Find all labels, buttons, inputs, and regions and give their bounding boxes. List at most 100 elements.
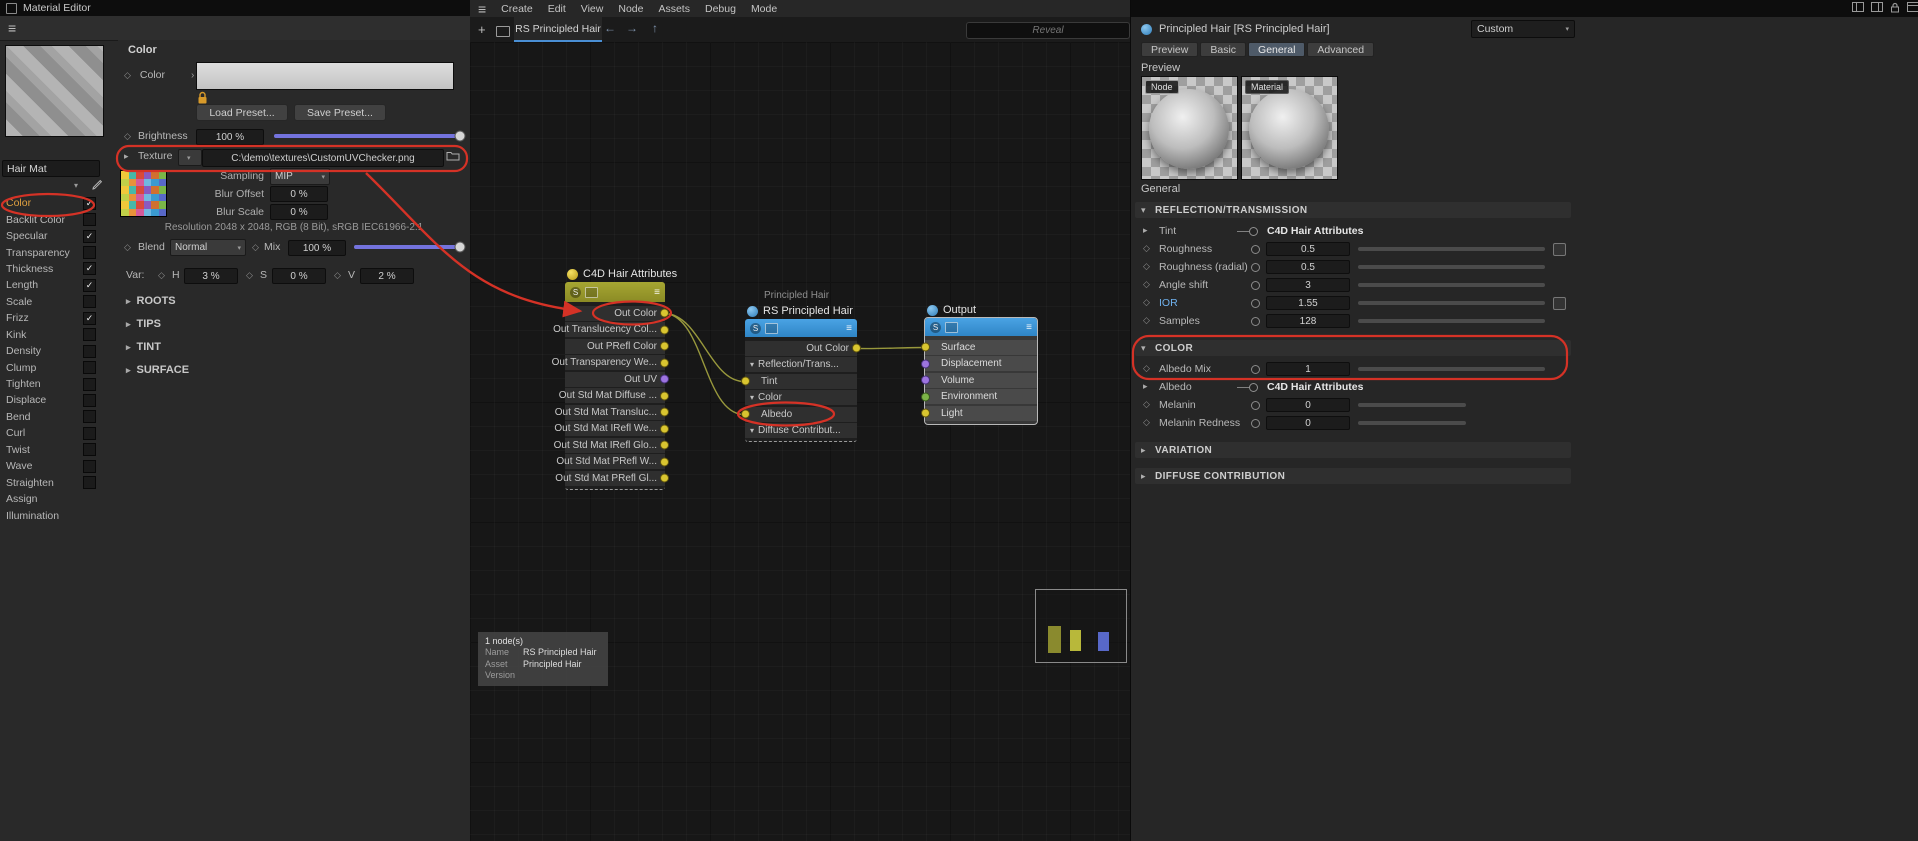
channel-checkbox[interactable]	[83, 394, 96, 407]
channel-item-wave[interactable]: Wave	[0, 458, 118, 474]
diamond-icon[interactable]: ◇	[252, 242, 259, 253]
node-header[interactable]: S ≡	[925, 318, 1037, 336]
group-tint[interactable]: ▸TINT	[118, 338, 161, 356]
diamond-icon[interactable]: ◇	[124, 242, 131, 253]
channel-checkbox[interactable]: ✓	[83, 279, 96, 292]
attr-value-field[interactable]: 1.55	[1266, 296, 1350, 310]
mix-slider[interactable]	[354, 245, 460, 249]
channel-checkbox[interactable]	[83, 476, 96, 489]
hamburger-menu-icon[interactable]: ≡	[8, 20, 16, 36]
solo-icon[interactable]: S	[750, 323, 761, 334]
port-dot-icon[interactable]	[660, 325, 669, 334]
menu-edit[interactable]: Edit	[548, 3, 566, 15]
port-dot-icon[interactable]	[921, 409, 930, 418]
texture-dropdown-button[interactable]: ▾	[178, 149, 202, 166]
texture-path-input[interactable]	[202, 149, 444, 167]
channel-item-backlit-color[interactable]: Backlit Color	[0, 211, 118, 227]
node-header[interactable]: S ≡	[745, 319, 857, 337]
diamond-icon[interactable]: ◇	[158, 270, 165, 281]
attr-value-field[interactable]: 0.5	[1266, 242, 1350, 256]
attr-slider[interactable]	[1358, 247, 1545, 251]
channel-item-scale[interactable]: Scale	[0, 294, 118, 310]
diamond-icon[interactable]: ◇	[1143, 399, 1150, 410]
preview-image-icon[interactable]	[945, 322, 958, 333]
group-roots[interactable]: ▸ROOTS	[118, 292, 176, 310]
attr-slider[interactable]	[1358, 367, 1545, 371]
back-arrow-icon[interactable]: ←	[604, 21, 616, 35]
channel-checkbox[interactable]	[83, 427, 96, 440]
tab-basic[interactable]: Basic	[1200, 42, 1246, 57]
port-dot-icon[interactable]	[660, 441, 669, 450]
section-header-color[interactable]: ▾COLOR	[1135, 340, 1571, 356]
channel-item-curl[interactable]: Curl	[0, 425, 118, 441]
blend-dropdown[interactable]: Normal▾	[170, 239, 246, 256]
node-menu-icon[interactable]: ≡	[1026, 322, 1032, 333]
diamond-icon[interactable]: ◇	[334, 270, 341, 281]
channel-item-displace[interactable]: Displace	[0, 392, 118, 408]
channel-item-straighten[interactable]: Straighten	[0, 474, 118, 490]
panel-layout-left-icon[interactable]	[1852, 2, 1864, 15]
attr-slider[interactable]	[1358, 283, 1545, 287]
mode-dropdown[interactable]: Custom ▾	[1471, 20, 1575, 38]
saturation-variation-field[interactable]: 0 %	[272, 268, 326, 284]
channel-item-density[interactable]: Density	[0, 343, 118, 359]
expand-caret-icon[interactable]: ›	[191, 70, 194, 81]
forward-arrow-icon[interactable]: →	[626, 21, 638, 35]
texture-preview-thumbnail[interactable]	[120, 170, 167, 217]
port-dot-icon[interactable]	[660, 342, 669, 351]
diamond-icon[interactable]: ◇	[1143, 261, 1150, 272]
tab-general[interactable]: General	[1248, 42, 1305, 57]
channel-item-transparency[interactable]: Transparency	[0, 244, 118, 260]
caret-right-icon[interactable]: ▸	[1143, 381, 1148, 392]
channel-checkbox[interactable]	[83, 328, 96, 341]
caret-down-icon[interactable]: ▾	[750, 393, 754, 402]
group-tips[interactable]: ▸TIPS	[118, 315, 161, 333]
channel-item-twist[interactable]: Twist	[0, 442, 118, 458]
diamond-icon[interactable]: ◇	[1143, 297, 1150, 308]
diamond-icon[interactable]: ◇	[124, 70, 131, 81]
port-dot-icon[interactable]	[660, 358, 669, 367]
attr-value-field[interactable]: 128	[1266, 314, 1350, 328]
port-environment[interactable]: Environment	[925, 389, 1037, 404]
channel-item-length[interactable]: Length✓	[0, 277, 118, 293]
brightness-value-field[interactable]: 100 %	[196, 129, 264, 145]
channel-item-specular[interactable]: Specular✓	[0, 228, 118, 244]
sampling-dropdown[interactable]: MIP▾	[270, 168, 330, 185]
load-preset-button[interactable]: Load Preset...	[196, 104, 288, 121]
port-volume[interactable]: Volume	[925, 373, 1037, 388]
channel-item-frizz[interactable]: Frizz✓	[0, 310, 118, 326]
channel-checkbox[interactable]	[83, 246, 96, 259]
brightness-slider[interactable]	[274, 134, 460, 138]
node-graph-canvas[interactable]: C4D Hair Attributes S ≡ Out ColorOut Tra…	[470, 42, 1130, 841]
preview-image-icon[interactable]	[585, 287, 598, 298]
channel-checkbox[interactable]: ✓	[83, 312, 96, 325]
channel-checkbox[interactable]	[83, 443, 96, 456]
attr-value-field[interactable]: 0.5	[1266, 260, 1350, 274]
menu-assets[interactable]: Assets	[658, 3, 690, 15]
port-dot-icon[interactable]	[660, 391, 669, 400]
menu-create[interactable]: Create	[501, 3, 533, 15]
port-out-std-mat-prefl-w[interactable]: Out Std Mat PRefl W...	[565, 454, 665, 469]
node-header[interactable]: S ≡	[565, 282, 665, 302]
menu-mode[interactable]: Mode	[751, 3, 777, 15]
material-preview-thumbnail[interactable]: Material	[1241, 76, 1338, 180]
caret-down-icon[interactable]: ▾	[750, 426, 754, 435]
node-c4d-hair-attributes[interactable]: C4D Hair Attributes S ≡ Out ColorOut Tra…	[565, 266, 665, 490]
port-dot-icon[interactable]	[660, 408, 669, 417]
mix-value-field[interactable]: 100 %	[288, 240, 346, 256]
channel-checkbox[interactable]: ✓	[83, 262, 96, 275]
keyframe-circle-icon[interactable]	[1251, 263, 1260, 272]
channel-item-clump[interactable]: Clump	[0, 359, 118, 375]
value-variation-field[interactable]: 2 %	[360, 268, 414, 284]
port-dot-icon[interactable]	[741, 377, 750, 386]
attr-value-field[interactable]: 3	[1266, 278, 1350, 292]
port-dot-icon[interactable]	[660, 309, 669, 318]
material-preview-thumbnail[interactable]	[5, 45, 104, 137]
lock-icon[interactable]	[1890, 2, 1900, 16]
caret-right-icon[interactable]: ▸	[124, 151, 129, 162]
channel-item-thickness[interactable]: Thickness✓	[0, 261, 118, 277]
port-tint[interactable]: Tint	[745, 374, 857, 389]
port-out-prefl-color[interactable]: Out PRefl Color	[565, 339, 665, 354]
channel-item-bend[interactable]: Bend	[0, 409, 118, 425]
attr-link-value[interactable]: C4D Hair Attributes	[1267, 225, 1363, 237]
